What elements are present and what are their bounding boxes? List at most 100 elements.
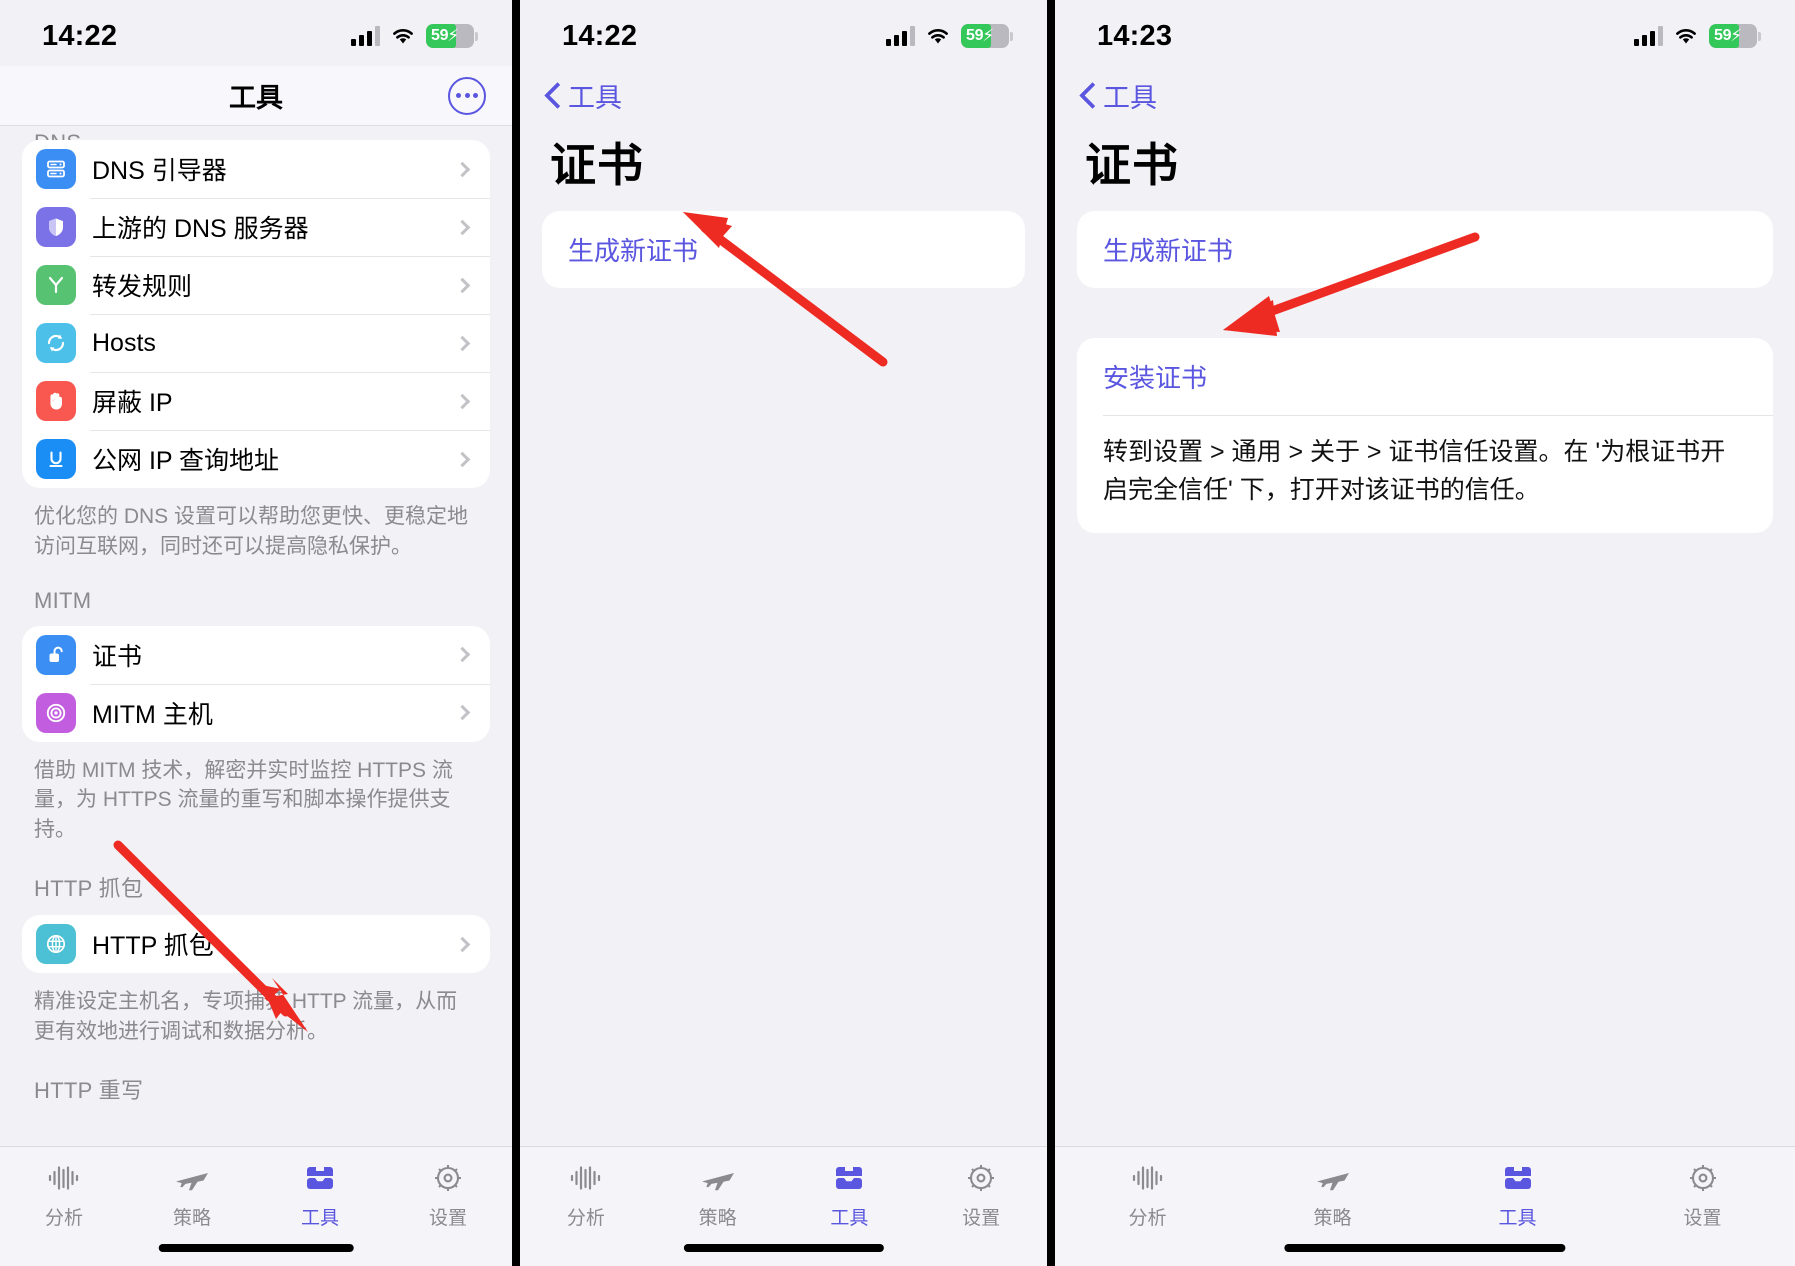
tab-policy[interactable]: 策略 xyxy=(1240,1159,1425,1230)
status-indicators: 59 ⚡ xyxy=(351,24,478,48)
status-indicators: 59 ⚡ xyxy=(886,24,1013,48)
status-bar: 14:23 59 ⚡ xyxy=(1055,0,1795,66)
signal-icon xyxy=(1634,26,1663,46)
airplane-icon xyxy=(700,1159,736,1197)
generate-cert-button[interactable]: 生成新证书 xyxy=(542,211,1025,288)
generate-cert-button[interactable]: 生成新证书 xyxy=(1077,211,1773,288)
back-label: 工具 xyxy=(568,83,622,113)
tools-list: DNS DNS 引导器 上游的 DNS 服务器 xyxy=(0,126,512,1117)
generate-cert-card: 生成新证书 xyxy=(1077,211,1773,288)
home-indicator xyxy=(683,1244,884,1252)
back-label: 工具 xyxy=(1103,83,1157,113)
tab-policy[interactable]: 策略 xyxy=(652,1159,784,1230)
globe-icon xyxy=(36,924,76,965)
phone-screen-certificate: 14:22 59 ⚡ 工具 证书 生成新证书 分析 策略 工具 设置 xyxy=(520,0,1047,1266)
chevron-right-icon xyxy=(454,393,471,409)
phone-screen-tools: 14:22 59 ⚡ 工具 DNS 引导器 上游的 DNS 服务器 转发规则 H… xyxy=(0,0,512,1266)
list-item[interactable]: DNS 引导器 xyxy=(22,140,490,198)
tab-bar: 分析 策略 工具 设置 xyxy=(0,1146,512,1266)
tab-label: 工具 xyxy=(1498,1208,1537,1229)
list-item[interactable]: 公网 IP 查询地址 xyxy=(22,430,490,488)
list-item[interactable]: MITM 主机 xyxy=(22,683,490,742)
list-item-label: MITM 主机 xyxy=(92,700,213,729)
battery-icon: 59 ⚡ xyxy=(961,24,1009,48)
page-title: 证书 xyxy=(550,139,644,191)
section-header-mitm: MITM xyxy=(34,587,92,613)
list-item-label: DNS 引导器 xyxy=(92,157,227,185)
list-item[interactable]: HTTP 抓包 xyxy=(22,915,490,973)
gear-icon xyxy=(432,1159,464,1197)
status-time: 14:22 xyxy=(42,19,118,52)
toolbox-icon xyxy=(302,1159,338,1197)
tab-label: 分析 xyxy=(1128,1208,1167,1229)
tab-analysis[interactable]: 分析 xyxy=(0,1159,128,1230)
tab-label: 设置 xyxy=(962,1208,1001,1229)
toolbox-icon xyxy=(1500,1159,1536,1197)
charging-bolt-icon: ⚡ xyxy=(982,26,995,45)
waveform-icon xyxy=(1131,1159,1165,1197)
signal-icon xyxy=(351,26,380,46)
phone-screen-certificate-installed: 14:23 59 ⚡ 工具 证书 生成新证书 安装证书 转到设置 > 通用 > … xyxy=(1055,0,1795,1266)
tab-bar: 分析 策略 工具 设置 xyxy=(520,1146,1047,1266)
install-cert-button[interactable]: 安装证书 xyxy=(1077,338,1773,415)
tab-tools[interactable]: 工具 xyxy=(256,1159,384,1230)
chevron-right-icon xyxy=(454,646,471,663)
tab-settings[interactable]: 设置 xyxy=(1610,1159,1795,1230)
screenshot-stage: 14:22 59 ⚡ 工具 DNS 引导器 上游的 DNS 服务器 转发规则 H… xyxy=(0,0,1795,1266)
tab-label: 策略 xyxy=(698,1208,737,1229)
section-card-http-capture: HTTP 抓包 xyxy=(22,915,490,974)
chevron-right-icon xyxy=(454,277,471,293)
battery-percent: 59 xyxy=(966,27,984,44)
section-header-dns: DNS xyxy=(22,130,490,140)
chevron-left-icon xyxy=(1081,83,1095,108)
unlock-icon xyxy=(36,634,76,675)
toolbox-icon xyxy=(831,1159,867,1197)
battery-icon: 59 ⚡ xyxy=(426,24,474,48)
chevron-right-icon xyxy=(454,936,471,952)
gear-icon xyxy=(1687,1159,1719,1197)
branch-icon xyxy=(36,265,76,305)
wifi-icon xyxy=(393,29,413,44)
status-indicators: 59 ⚡ xyxy=(1634,24,1761,48)
tab-tools[interactable]: 工具 xyxy=(784,1159,916,1230)
status-time: 14:22 xyxy=(562,19,638,52)
section-header-http-capture: HTTP 抓包 xyxy=(34,876,144,902)
tab-policy[interactable]: 策略 xyxy=(128,1159,256,1230)
list-item[interactable]: 上游的 DNS 服务器 xyxy=(22,198,490,256)
wifi-icon xyxy=(1676,29,1696,44)
waveform-icon xyxy=(569,1159,603,1197)
status-time: 14:23 xyxy=(1097,19,1173,52)
tab-settings[interactable]: 设置 xyxy=(915,1159,1047,1230)
list-item[interactable]: 证书 xyxy=(22,626,490,684)
panel-divider xyxy=(1047,0,1055,1266)
tab-settings[interactable]: 设置 xyxy=(384,1159,512,1230)
more-icon[interactable] xyxy=(448,76,486,115)
airplane-icon xyxy=(174,1159,210,1197)
tab-label: 设置 xyxy=(428,1208,467,1229)
wifi-icon xyxy=(928,29,948,44)
tab-label: 分析 xyxy=(566,1208,605,1229)
tab-tools[interactable]: 工具 xyxy=(1425,1159,1610,1230)
list-item-label: Hosts xyxy=(92,328,156,357)
server-icon xyxy=(36,149,76,189)
target-icon xyxy=(36,692,76,733)
hand-icon xyxy=(36,381,76,421)
tab-label: 策略 xyxy=(172,1208,211,1229)
chevron-right-icon xyxy=(454,451,471,467)
panel-divider xyxy=(512,0,520,1266)
list-item[interactable]: Hosts xyxy=(22,314,490,372)
status-bar: 14:22 59 ⚡ xyxy=(520,0,1047,66)
list-item-label: 公网 IP 查询地址 xyxy=(92,447,280,475)
list-item[interactable]: 屏蔽 IP xyxy=(22,372,490,430)
back-button[interactable]: 工具 xyxy=(520,66,1047,119)
tab-analysis[interactable]: 分析 xyxy=(520,1159,652,1230)
chevron-right-icon xyxy=(454,335,471,351)
tab-analysis[interactable]: 分析 xyxy=(1055,1159,1240,1230)
section-footnote-http-capture: 精准设定主机名，专项捕获 HTTP 流量，从而更有效地进行调试和数据分析。 xyxy=(34,990,458,1043)
section-card-dns: DNS 引导器 上游的 DNS 服务器 转发规则 Hosts 屏蔽 IP 公网 … xyxy=(22,140,490,488)
list-item-label: HTTP 抓包 xyxy=(92,932,214,961)
list-item[interactable]: 转发规则 xyxy=(22,256,490,314)
back-button[interactable]: 工具 xyxy=(1055,66,1795,119)
install-cert-card: 安装证书 转到设置 > 通用 > 关于 > 证书信任设置。在 '为根证书开启完全… xyxy=(1077,338,1773,533)
chevron-right-icon xyxy=(454,704,471,721)
